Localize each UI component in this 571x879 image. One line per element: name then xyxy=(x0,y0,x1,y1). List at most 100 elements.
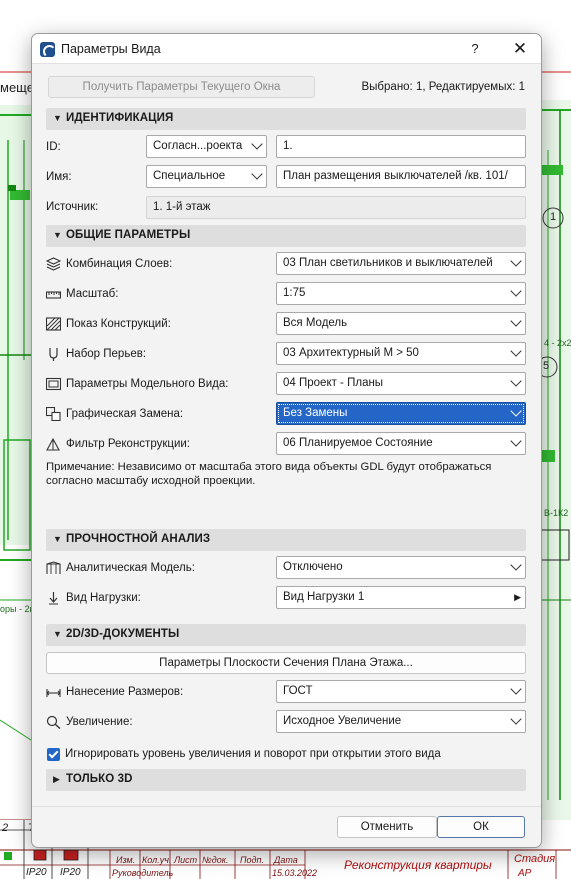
pen-set-select[interactable]: 03 Архитектурный М > 50 xyxy=(276,342,526,365)
graphic-override-value: Без Замены xyxy=(283,407,348,419)
name-field[interactable]: План размещения выключателей /кв. 101/ xyxy=(276,165,526,188)
ok-button[interactable]: ОК xyxy=(437,816,525,838)
ignore-zoom-checkbox[interactable] xyxy=(47,748,60,761)
load-case-value: Вид Нагрузки 1 xyxy=(283,591,365,603)
analytical-model-value: Отключено xyxy=(283,561,343,573)
section-title: ИДЕНТИФИКАЦИЯ xyxy=(66,112,174,124)
bg-axis-marker: 1 xyxy=(550,211,557,223)
layer-combination-value: 03 План светильников и выключателей xyxy=(283,257,493,269)
name-mode-value: Специальное xyxy=(153,170,226,182)
chevron-down-icon xyxy=(510,375,522,387)
id-label: ID: xyxy=(46,141,61,153)
name-mode-select[interactable]: Специальное xyxy=(146,165,267,188)
chevron-down-icon xyxy=(510,285,522,297)
model-view-options-select[interactable]: 04 Проект - Планы xyxy=(276,372,526,395)
bg-stage-value: АР xyxy=(518,868,532,879)
chevron-down-icon xyxy=(251,168,263,180)
id-field[interactable]: 1. xyxy=(276,135,526,158)
layer-combination-label: Комбинация Слоев: xyxy=(66,258,173,270)
dimensioning-select[interactable]: ГОСТ xyxy=(276,680,526,703)
section-title: ОБЩИЕ ПАРАМЕТРЫ xyxy=(66,229,191,241)
section-title: 2D/3D-ДОКУМЕНТЫ xyxy=(66,628,180,640)
help-button[interactable]: ? xyxy=(464,38,486,60)
bg-axis-marker: 5 xyxy=(543,360,550,372)
model-view-options-icon xyxy=(46,377,61,391)
renovation-filter-icon xyxy=(46,437,60,451)
scale-value: 1:75 xyxy=(283,287,306,299)
footer-divider xyxy=(32,806,541,807)
dialog-title: Параметры Вида xyxy=(61,42,161,56)
bg-title-cell: 15.03.2022 xyxy=(272,868,318,878)
pen-set-label: Набор Перьев: xyxy=(66,348,147,360)
ignore-zoom-label[interactable]: Игнорировать уровень увеличения и поворо… xyxy=(65,748,441,760)
renovation-filter-label: Фильтр Реконструкции: xyxy=(66,438,190,450)
dimensioning-label: Нанесение Размеров: xyxy=(66,686,184,698)
dimensioning-value: ГОСТ xyxy=(283,685,313,697)
structure-display-select[interactable]: Вся Модель xyxy=(276,312,526,335)
bg-title-cell: ІР20 xyxy=(26,867,47,878)
bg-title-cell: №док. xyxy=(202,855,229,865)
section-documents-header[interactable]: ▼ 2D/3D-ДОКУМЕНТЫ xyxy=(46,624,526,646)
chevron-down-icon xyxy=(510,435,522,447)
source-field: 1. 1-й этаж xyxy=(146,196,526,219)
id-mode-select[interactable]: Согласн...роекта xyxy=(146,135,267,158)
section-title: ТОЛЬКО 3D xyxy=(66,773,133,785)
bg-title-cell: 2 xyxy=(2,822,9,834)
load-case-label: Вид Нагрузки: xyxy=(66,592,141,604)
structure-display-label: Показ Конструкций: xyxy=(66,318,171,330)
submenu-arrow-icon: ▶ xyxy=(514,592,521,602)
pen-set-value: 03 Архитектурный М > 50 xyxy=(283,347,419,359)
model-view-options-value: 04 Проект - Планы xyxy=(283,377,384,389)
renovation-filter-select[interactable]: 06 Планируемое Состояние xyxy=(276,432,526,455)
analytical-model-label: Аналитическая Модель: xyxy=(66,562,195,574)
archicad-app-icon xyxy=(40,42,56,58)
bg-title-cell: Кол.уч. xyxy=(142,855,172,865)
bg-title-cell: Лист xyxy=(174,855,198,865)
view-settings-dialog: Параметры Вида ? ✕ Получить Параметры Те… xyxy=(31,33,542,848)
chevron-down-icon xyxy=(251,138,263,150)
load-case-select[interactable]: Вид Нагрузки 1 ▶ xyxy=(276,586,526,609)
chevron-down-icon xyxy=(510,345,522,357)
close-button[interactable]: ✕ xyxy=(508,38,532,60)
bg-title-cell: Руководитель xyxy=(112,868,174,878)
zoom-magnifier-icon xyxy=(46,715,61,729)
structure-display-icon xyxy=(46,317,61,331)
chevron-down-icon xyxy=(510,559,522,571)
chevron-down-icon xyxy=(510,315,522,327)
bg-title-cell: Изм. xyxy=(116,855,136,865)
analytical-model-select[interactable]: Отключено xyxy=(276,556,526,579)
gdl-scale-note: Примечание: Независимо от масштаба этого… xyxy=(46,461,492,487)
collapse-arrow-icon: ▼ xyxy=(53,629,62,639)
pen-set-icon xyxy=(49,348,58,361)
selection-status: Выбрано: 1, Редактируемых: 1 xyxy=(361,81,526,93)
section-3d-only-header[interactable]: ▶ ТОЛЬКО 3D xyxy=(46,769,526,791)
chevron-down-icon xyxy=(510,683,522,695)
bg-project-title: Реконструкция квартиры xyxy=(344,858,492,872)
name-label: Имя: xyxy=(46,171,72,183)
scale-ruler-icon xyxy=(46,291,61,299)
zoom-select[interactable]: Исходное Увеличение xyxy=(276,710,526,733)
scale-label: Масштаб: xyxy=(66,288,119,300)
get-current-window-settings-button[interactable]: Получить Параметры Текущего Окна xyxy=(48,76,315,98)
layers-icon xyxy=(46,257,61,271)
section-general-header[interactable]: ▼ ОБЩИЕ ПАРАМЕТРЫ xyxy=(46,225,526,247)
bg-stage-label: Стадия xyxy=(514,853,556,865)
scale-select[interactable]: 1:75 xyxy=(276,282,526,305)
graphic-override-select[interactable]: Без Замены xyxy=(276,402,526,425)
floor-plan-cut-plane-button[interactable]: Параметры Плоскости Сечения Плана Этажа.… xyxy=(46,652,526,674)
bg-side-note: В-1К2 xyxy=(544,508,569,518)
section-identification-header[interactable]: ▼ ИДЕНТИФИКАЦИЯ xyxy=(46,108,526,130)
chevron-down-icon xyxy=(510,255,522,267)
dimensioning-icon xyxy=(46,689,61,697)
graphic-override-icon xyxy=(46,407,61,421)
cancel-button[interactable]: Отменить xyxy=(337,816,437,838)
section-structural-analysis-header[interactable]: ▼ ПРОЧНОСТНОЙ АНАЛИЗ xyxy=(46,529,526,551)
layer-combination-select[interactable]: 03 План светильников и выключателей xyxy=(276,252,526,275)
bg-title-cell: Дата xyxy=(274,855,298,865)
collapse-arrow-icon: ▼ xyxy=(53,113,62,123)
section-title: ПРОЧНОСТНОЙ АНАЛИЗ xyxy=(66,533,211,545)
bg-title-cell: Подп. xyxy=(240,855,264,865)
graphic-override-label: Графическая Замена: xyxy=(66,408,184,420)
id-mode-value: Согласн...роекта xyxy=(153,140,243,152)
dialog-titlebar[interactable]: Параметры Вида ? ✕ xyxy=(32,34,541,64)
